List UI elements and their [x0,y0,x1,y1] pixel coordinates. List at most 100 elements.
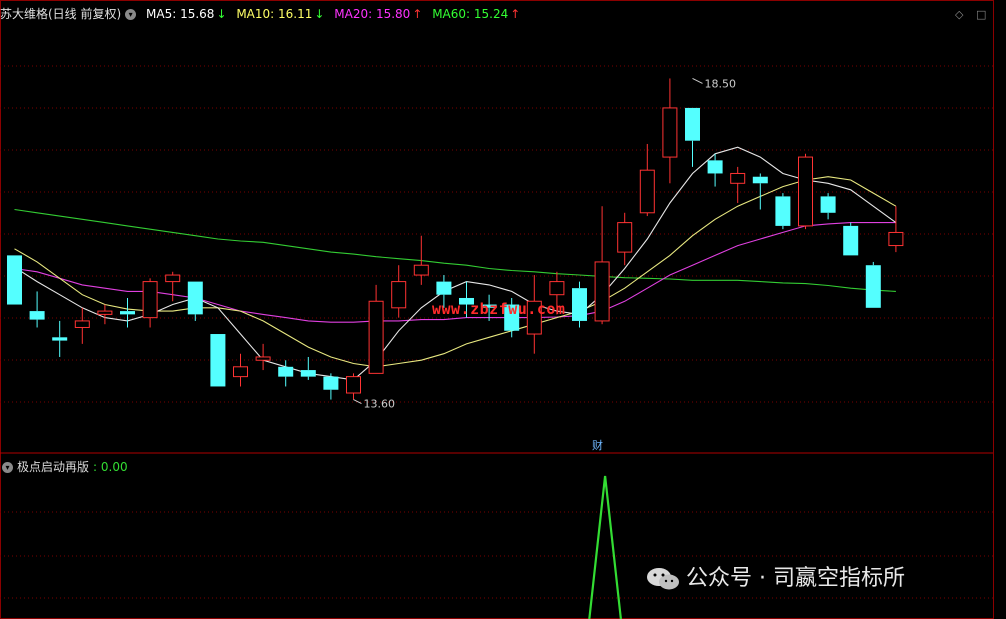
main-chart-header: 苏大维格(日线 前复权) ▾ MA5: 15.68 ↓ MA10: 16.11 ↓ M… [0,5,526,23]
ma20-arrow-icon: ↑ [412,7,423,21]
account-name: 公众号 · 司嬴空指标所 [686,566,905,591]
site-watermark: www.zbzfwu.com [432,300,566,318]
candle-body [685,107,700,141]
candle [798,153,813,230]
candle-body [391,281,407,309]
indicator-name[interactable]: 极点启动再版 [17,460,89,474]
ma60-label: MA60: 15.24 ↑ [432,7,520,21]
candle [142,278,158,328]
candle-body [820,196,836,213]
candle [730,166,746,203]
candle-body [142,281,158,319]
candle [210,334,226,387]
candle [29,291,45,328]
ma10-line [14,176,897,368]
ma5-value: MA5: 15.68 [146,7,215,21]
candle [165,271,181,302]
candle [662,78,678,184]
candle-body [52,337,68,341]
ma60-value: MA60: 15.24 [432,7,509,21]
candle [233,353,248,387]
candlestick-series [7,78,904,400]
candle [888,206,904,253]
price-annotations: 18.50 13.60 财 [353,77,737,452]
candle [775,193,791,230]
candle-body [549,281,565,296]
ma20-value: MA20: 15.80 [334,7,411,21]
candle [865,261,881,308]
ma20-label: MA20: 15.80 ↑ [334,7,422,21]
candle-body [639,169,655,214]
ma10-value: MA10: 16.11 [236,7,313,21]
candle-body [233,366,248,378]
candle [346,373,361,400]
candle [843,222,859,256]
stock-title[interactable]: 苏大维格(日线 前复权) [0,7,121,21]
ma60-line [14,208,896,292]
settings-circle-icon[interactable]: ▾ [125,9,137,20]
ma10-label: MA10: 16.11 ↓ [236,7,324,21]
candle-body [572,288,587,321]
candle [7,255,22,305]
candle-body [662,107,678,158]
candle-body [210,334,226,387]
candle-body [29,311,45,320]
candle [74,307,90,344]
minimize-icon[interactable]: □ [976,8,986,21]
candle-body [278,366,294,377]
candle-body [594,261,610,322]
candle-body [74,320,90,328]
candle [323,373,339,400]
candle [617,212,633,266]
candle-body [300,370,316,377]
indicator-settings-icon[interactable]: ▾ [2,462,13,473]
high-pointer [692,77,703,84]
candle-body [707,160,723,174]
ma60-arrow-icon: ↑ [510,7,521,21]
wechat-logo-icon [647,568,679,590]
indicator-header: ▾ 极点启动再版 : 0.00 [0,458,128,475]
candle [255,343,271,371]
candle-body [436,281,452,295]
candle [278,360,294,387]
candle-body [165,274,181,283]
candle [639,143,655,217]
candle-body [187,281,203,315]
candle-body [255,356,271,361]
candle-body [843,225,859,256]
candle-body [120,311,135,315]
candle-body [368,300,384,374]
candle [685,107,700,167]
candle [820,193,836,220]
candle-body [97,310,113,315]
candle-body [346,376,361,394]
candle-body [775,196,791,226]
candle-body [7,255,22,305]
candle [368,284,384,374]
candle-body [798,156,813,227]
candle-body [752,176,768,184]
candle-body [323,376,339,390]
account-watermark: 公众号 · 司嬴空指标所 [646,560,905,592]
candle [572,281,587,328]
ma5-arrow-icon: ↓ [216,7,227,21]
candle-body [888,231,904,247]
low-price-label: 13.60 [364,398,396,411]
candle [52,320,68,357]
ma5-label: MA5: 15.68 ↓ [146,7,226,21]
candle [187,281,203,321]
candle [120,297,135,328]
diamond-icon[interactable]: ◇ [955,8,963,21]
candle [391,265,407,318]
finance-marker: 财 [592,438,603,452]
ma10-arrow-icon: ↓ [314,7,325,21]
candle-body [413,264,429,276]
candle [97,304,113,325]
candle-body [730,172,746,184]
candle [752,173,768,210]
indicator-value: : 0.00 [93,460,128,474]
candle-body [865,265,881,308]
candle [300,356,316,380]
candle-body [617,222,633,253]
high-price-label: 18.50 [705,77,737,90]
